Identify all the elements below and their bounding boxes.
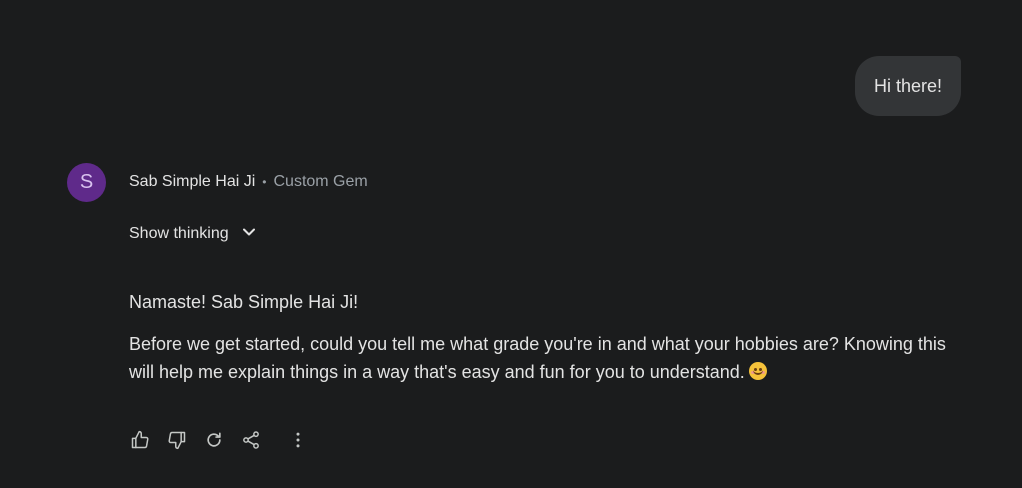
response-paragraph: Namaste! Sab Simple Hai Ji! [129, 292, 359, 312]
more-vert-icon [296, 432, 300, 448]
thumbs-up-icon [131, 430, 149, 449]
share-button[interactable] [239, 428, 263, 452]
thumbs-down-button[interactable] [165, 428, 189, 452]
assistant-response: Namaste! Sab Simple Hai Ji! Before we ge… [129, 288, 949, 400]
thumbs-up-button[interactable] [128, 428, 152, 452]
response-paragraph-2: Before we get started, could you tell me… [129, 330, 949, 386]
avatar-letter: S [79, 171, 94, 193]
regenerate-icon [207, 432, 221, 447]
thumbs-down-icon [168, 431, 186, 450]
show-thinking-label: Show thinking [129, 225, 229, 242]
smiling-face-emoji-icon [748, 362, 767, 380]
show-thinking-button[interactable]: Show thinking [129, 222, 259, 246]
gem-avatar: S [67, 163, 106, 202]
gem-tag: Custom Gem [273, 173, 368, 190]
more-options-button[interactable] [286, 428, 310, 452]
user-message-bubble: Hi there! [854, 56, 961, 116]
regenerate-button[interactable] [202, 428, 226, 452]
share-icon [243, 431, 259, 449]
chevron-down-icon [239, 222, 259, 247]
gem-separator: • [262, 175, 267, 189]
gem-header: Sab Simple Hai Ji • Custom Gem [129, 172, 368, 192]
gem-name: Sab Simple Hai Ji [129, 173, 256, 190]
response-paragraph-text: Before we get started, could you tell me… [129, 334, 946, 382]
user-message-text: Hi there! [873, 75, 942, 96]
chat-page: Hi there! S Sab Simple Hai Ji • Custom G… [0, 0, 1022, 488]
response-actions [128, 428, 323, 452]
